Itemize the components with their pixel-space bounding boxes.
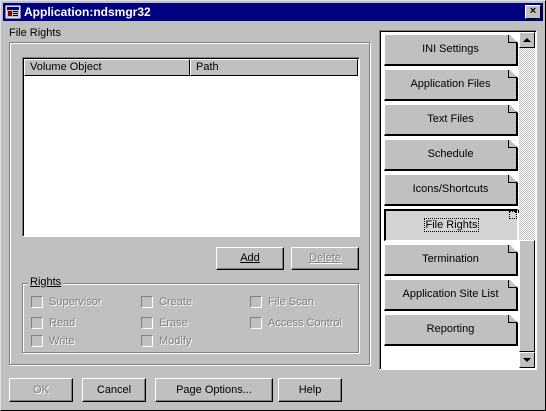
checkbox-label: Modify	[159, 335, 192, 347]
checkbox-box[interactable]	[141, 296, 153, 308]
ok-button[interactable]: OK	[9, 378, 73, 402]
checkbox-box[interactable]	[250, 296, 262, 308]
page-button-label: File Rights	[423, 218, 480, 232]
page-fold-icon	[508, 35, 516, 43]
add-button[interactable]: Add	[216, 247, 284, 270]
window-title: Application:ndsmgr32	[24, 5, 151, 19]
page-fold-icon	[509, 211, 517, 219]
page-fold-icon	[508, 175, 516, 183]
page-button-icons-shortcuts[interactable]: Icons/Shortcuts	[384, 174, 518, 206]
scroll-down-button[interactable]	[519, 352, 535, 368]
close-button[interactable]: ×	[525, 5, 541, 19]
file-rights-list[interactable]: Volume Object Path	[22, 57, 360, 237]
page-button-termination[interactable]: Termination	[384, 244, 518, 276]
page-list-panel[interactable]: INI Settings Application Files Text File…	[379, 30, 537, 370]
help-button[interactable]: Help	[278, 378, 342, 402]
scroll-thumb[interactable]	[519, 240, 535, 352]
page-fold-icon	[508, 245, 516, 253]
page-button-label: Application Site List	[402, 288, 499, 300]
checkbox-label: File Scan	[268, 296, 314, 308]
close-icon: ×	[529, 5, 537, 17]
checkbox-box[interactable]	[141, 317, 153, 329]
page-fold-icon	[508, 70, 516, 78]
page-button-file-rights[interactable]: File Rights	[384, 209, 519, 241]
checkbox-label: Create	[159, 296, 193, 308]
file-rights-label: File Rights	[9, 27, 61, 39]
ok-button-label: OK	[33, 384, 49, 396]
page-button-label: INI Settings	[422, 43, 479, 55]
rights-group-label: Rights	[28, 276, 64, 288]
checkbox-box[interactable]	[31, 317, 43, 329]
application-icon	[5, 5, 21, 19]
title-bar[interactable]: Application:ndsmgr32 ×	[3, 3, 543, 21]
page-button-label: Reporting	[426, 323, 475, 335]
checkbox-label: Read	[49, 317, 76, 329]
page-button-reporting[interactable]: Reporting	[384, 314, 518, 346]
page-button-label: Termination	[422, 253, 479, 265]
page-button-text-files[interactable]: Text Files	[384, 104, 518, 136]
add-button-label: Add	[240, 252, 260, 264]
cancel-button-label: Cancel	[96, 384, 132, 396]
checkbox-box[interactable]	[31, 296, 43, 308]
page-fold-icon	[508, 140, 516, 148]
checkbox-box[interactable]	[141, 335, 153, 347]
cancel-button[interactable]: Cancel	[82, 378, 146, 402]
page-button-application-site-list[interactable]: Application Site List	[384, 279, 518, 311]
checkbox-label: Erase	[159, 317, 188, 329]
page-button-label: Schedule	[427, 148, 474, 160]
delete-button-label: Delete	[309, 252, 341, 264]
help-button-label: Help	[298, 384, 322, 396]
column-header-volume-object[interactable]: Volume Object	[24, 59, 190, 76]
page-button-label: Text Files	[427, 113, 474, 125]
checkbox-box[interactable]	[31, 335, 43, 347]
page-button-label: Application Files	[410, 78, 491, 90]
page-button-ini-settings[interactable]: INI Settings	[384, 34, 518, 66]
page-button-label: Icons/Shortcuts	[412, 183, 489, 195]
scroll-up-button[interactable]	[519, 32, 535, 48]
page-options-button-label: Page Options...	[176, 384, 252, 396]
checkbox-label: Access Control	[268, 317, 342, 329]
column-header-path[interactable]: Path	[190, 59, 358, 76]
page-list-scrollbar[interactable]	[519, 32, 535, 368]
checkbox-box[interactable]	[250, 317, 262, 329]
arrow-up-icon	[523, 38, 531, 42]
arrow-down-icon	[523, 358, 531, 362]
page-fold-icon	[508, 280, 516, 288]
delete-button[interactable]: Delete	[291, 247, 359, 270]
page-fold-icon	[508, 315, 516, 323]
page-options-button[interactable]: Page Options...	[155, 378, 273, 402]
page-fold-icon	[508, 105, 516, 113]
page-button-schedule[interactable]: Schedule	[384, 139, 518, 171]
checkbox-label: Write	[49, 335, 75, 347]
rights-group-label-text: Rights	[30, 276, 62, 288]
application-dialog: Application:ndsmgr32 × File Rights Volum…	[0, 0, 546, 411]
checkbox-label: Supervisor	[49, 296, 102, 308]
page-button-application-files[interactable]: Application Files	[384, 69, 518, 101]
